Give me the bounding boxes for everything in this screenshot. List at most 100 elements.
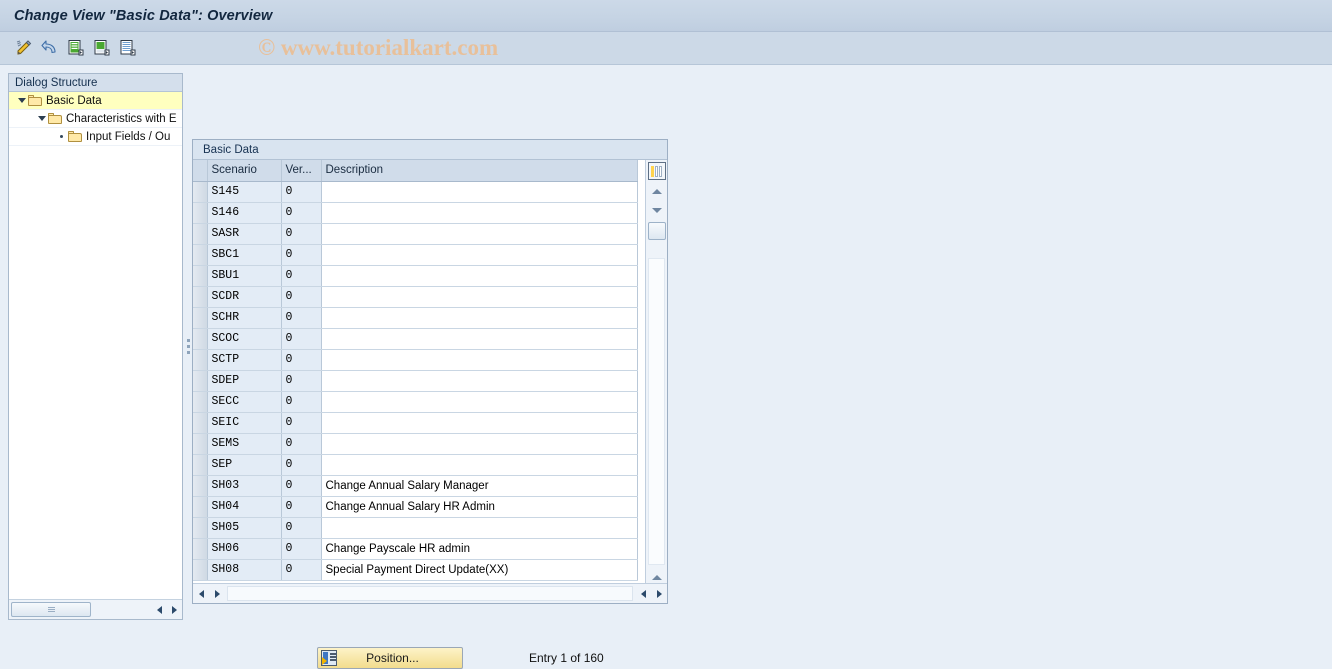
cell-description[interactable]: Change Annual Salary Manager [321, 475, 638, 497]
cell-version[interactable]: 0 [281, 433, 322, 455]
cell-description[interactable] [321, 454, 638, 476]
cell-version[interactable]: 0 [281, 181, 322, 203]
vertical-scroll-thumb[interactable] [647, 222, 666, 240]
change-entry-button[interactable] [12, 36, 36, 60]
scroll-up-button[interactable] [647, 183, 667, 199]
row-selector[interactable] [193, 433, 208, 455]
table-row[interactable]: SH03 0 Change Annual Salary Manager [193, 475, 638, 497]
cell-version[interactable]: 0 [281, 328, 322, 350]
table-row[interactable]: SCDR 0 [193, 286, 638, 308]
table-row[interactable]: SH08 0 Special Payment Direct Update(XX) [193, 559, 638, 581]
row-selector[interactable] [193, 265, 208, 287]
cell-scenario[interactable]: SCHR [207, 307, 282, 329]
cell-description[interactable] [321, 433, 638, 455]
row-selector[interactable] [193, 244, 208, 266]
cell-description[interactable] [321, 517, 638, 539]
row-selector[interactable] [193, 559, 208, 581]
row-selector[interactable] [193, 181, 208, 203]
cell-scenario[interactable]: SCTP [207, 349, 282, 371]
cell-version[interactable]: 0 [281, 244, 322, 266]
cell-version[interactable]: 0 [281, 265, 322, 287]
table-row[interactable]: SEP 0 [193, 454, 638, 476]
cell-scenario[interactable]: SEIC [207, 412, 282, 434]
row-selector[interactable] [193, 202, 208, 224]
cell-description[interactable] [321, 307, 638, 329]
row-selector[interactable] [193, 349, 208, 371]
select-all-header[interactable] [193, 160, 208, 182]
cell-version[interactable]: 0 [281, 223, 322, 245]
cell-description[interactable] [321, 286, 638, 308]
cell-description[interactable] [321, 412, 638, 434]
column-header-description[interactable]: Description [321, 160, 638, 182]
cell-scenario[interactable]: SCOC [207, 328, 282, 350]
row-selector[interactable] [193, 454, 208, 476]
hscroll-right-button[interactable] [209, 586, 225, 602]
row-selector[interactable] [193, 328, 208, 350]
cell-version[interactable]: 0 [281, 370, 322, 392]
cell-description[interactable]: Change Payscale HR admin [321, 538, 638, 560]
cell-version[interactable]: 0 [281, 349, 322, 371]
sidebar-scroll-right-button[interactable] [167, 602, 182, 617]
sidebar-item-basic-data[interactable]: Basic Data [9, 92, 182, 110]
cell-version[interactable]: 0 [281, 538, 322, 560]
cell-scenario[interactable]: SBC1 [207, 244, 282, 266]
expand-toggle-characteristics[interactable] [35, 116, 48, 121]
cell-scenario[interactable]: S145 [207, 181, 282, 203]
cell-version[interactable]: 0 [281, 202, 322, 224]
undo-button[interactable] [38, 36, 62, 60]
cell-scenario[interactable]: SBU1 [207, 265, 282, 287]
sidebar-horizontal-scrollbar[interactable] [9, 599, 182, 619]
new-entries-button[interactable] [64, 36, 88, 60]
table-row[interactable]: SECC 0 [193, 391, 638, 413]
hscroll-track[interactable] [227, 586, 633, 601]
table-row[interactable]: SASR 0 [193, 223, 638, 245]
cell-description[interactable] [321, 328, 638, 350]
details-button[interactable] [116, 36, 140, 60]
row-selector[interactable] [193, 370, 208, 392]
cell-description[interactable] [321, 349, 638, 371]
column-configuration-icon[interactable] [647, 162, 666, 180]
row-selector[interactable] [193, 517, 208, 539]
sidebar-item-characteristics[interactable]: Characteristics with E [9, 110, 182, 128]
table-row[interactable]: SCTP 0 [193, 349, 638, 371]
cell-scenario[interactable]: SDEP [207, 370, 282, 392]
cell-version[interactable]: 0 [281, 307, 322, 329]
table-row[interactable]: SH05 0 [193, 517, 638, 539]
table-row[interactable]: SCOC 0 [193, 328, 638, 350]
cell-version[interactable]: 0 [281, 475, 322, 497]
cell-scenario[interactable]: SH08 [207, 559, 282, 581]
hscroll-left-button[interactable] [193, 586, 209, 602]
cell-scenario[interactable]: S146 [207, 202, 282, 224]
cell-version[interactable]: 0 [281, 286, 322, 308]
table-row[interactable]: SH04 0 Change Annual Salary HR Admin [193, 496, 638, 518]
row-selector[interactable] [193, 286, 208, 308]
cell-scenario[interactable]: SH05 [207, 517, 282, 539]
cell-version[interactable]: 0 [281, 391, 322, 413]
panel-splitter[interactable] [184, 73, 192, 620]
cell-scenario[interactable]: SEP [207, 454, 282, 476]
cell-version[interactable]: 0 [281, 517, 322, 539]
row-selector[interactable] [193, 391, 208, 413]
row-selector[interactable] [193, 223, 208, 245]
hscroll-right-button-2[interactable] [651, 586, 667, 602]
cell-scenario[interactable]: SH03 [207, 475, 282, 497]
cell-description[interactable] [321, 391, 638, 413]
table-row[interactable]: SDEP 0 [193, 370, 638, 392]
sidebar-item-input-fields[interactable]: Input Fields / Ou [9, 128, 182, 146]
column-header-version[interactable]: Ver... [281, 160, 322, 182]
table-row[interactable]: SCHR 0 [193, 307, 638, 329]
cell-description[interactable] [321, 181, 638, 203]
copy-as-button[interactable] [90, 36, 114, 60]
table-row[interactable]: SBC1 0 [193, 244, 638, 266]
cell-version[interactable]: 0 [281, 454, 322, 476]
cell-description[interactable] [321, 223, 638, 245]
table-row[interactable]: S145 0 [193, 181, 638, 203]
cell-description[interactable]: Change Annual Salary HR Admin [321, 496, 638, 518]
table-row[interactable]: S146 0 [193, 202, 638, 224]
cell-scenario[interactable]: SH04 [207, 496, 282, 518]
cell-scenario[interactable]: SEMS [207, 433, 282, 455]
cell-version[interactable]: 0 [281, 496, 322, 518]
column-header-scenario[interactable]: Scenario [207, 160, 282, 182]
table-horizontal-scrollbar[interactable] [193, 583, 667, 603]
table-row[interactable]: SEMS 0 [193, 433, 638, 455]
